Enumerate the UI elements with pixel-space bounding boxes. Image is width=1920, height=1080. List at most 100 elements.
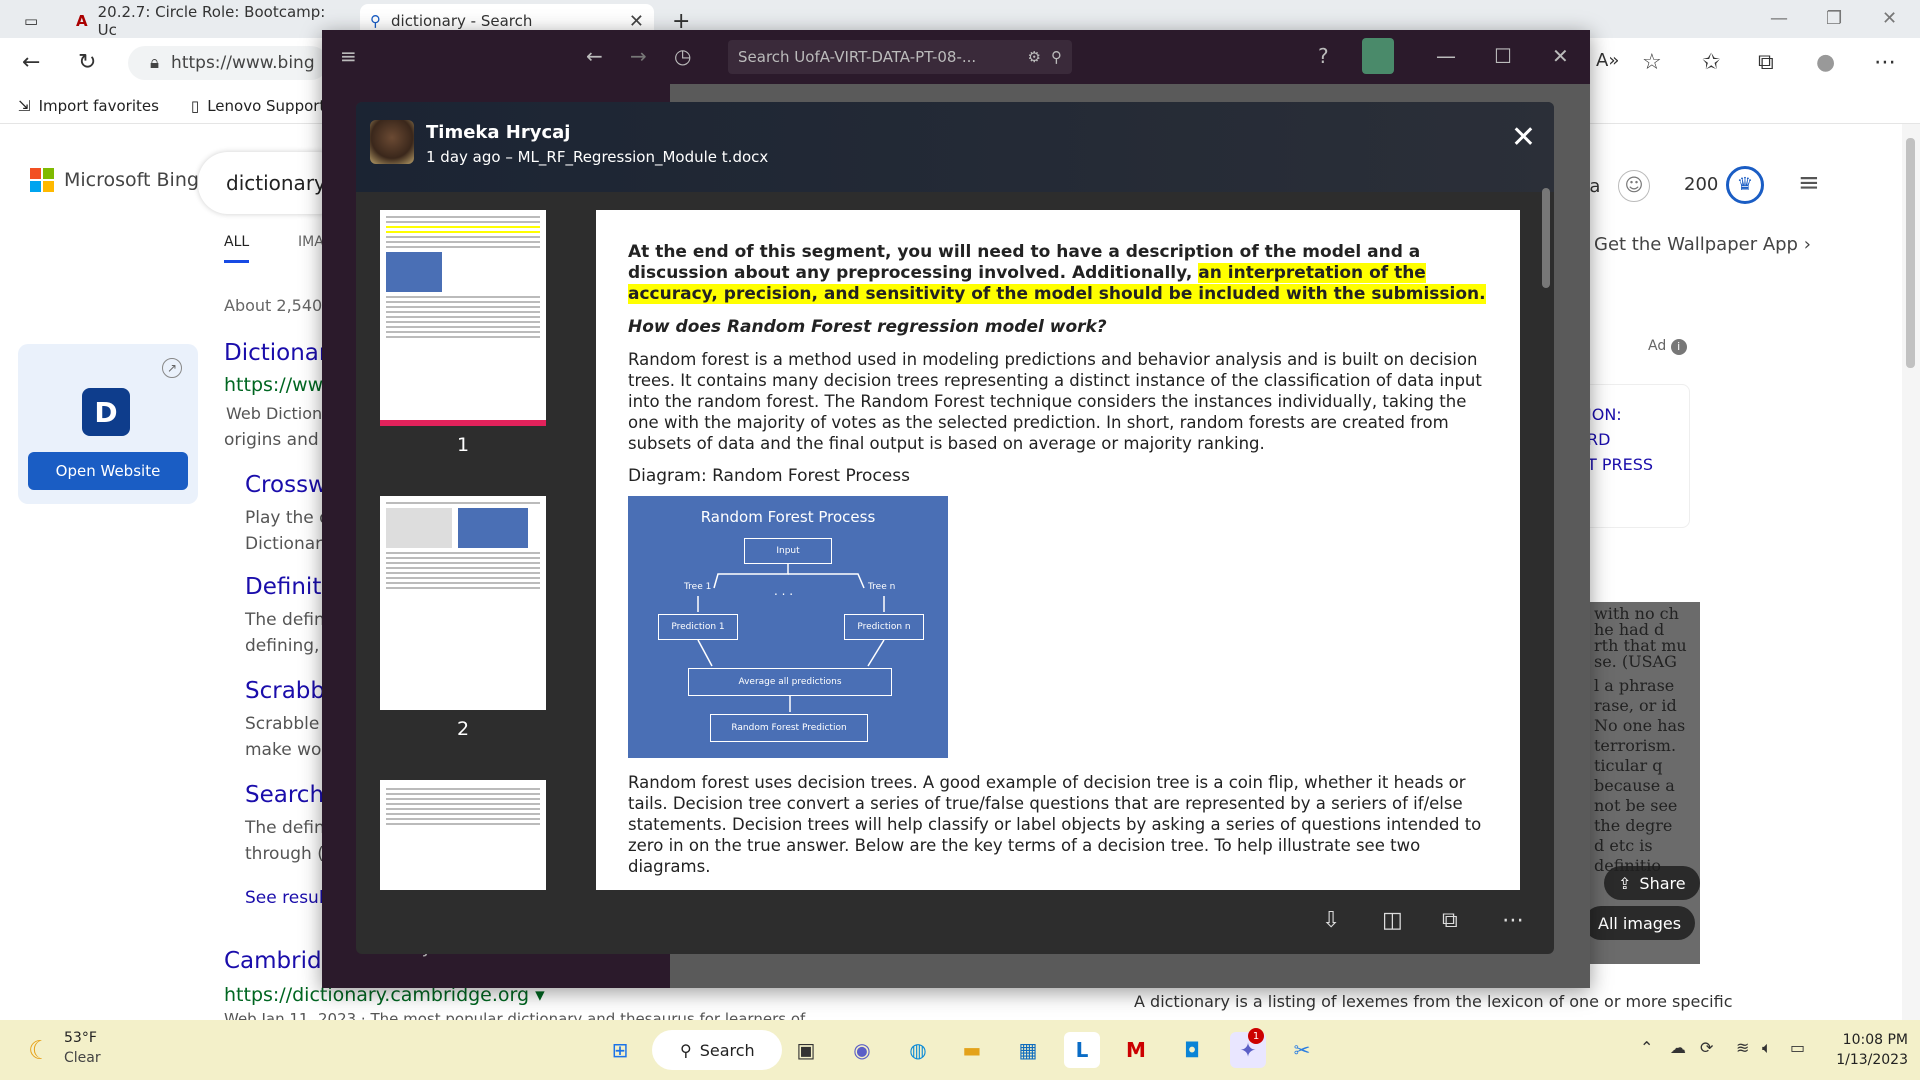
chevron-up-icon[interactable]: ⌃ xyxy=(1640,1038,1653,1057)
info-icon[interactable]: i xyxy=(1670,339,1687,355)
result-title[interactable]: Dictionar xyxy=(224,340,328,366)
sublink-snippet: The defini xyxy=(245,818,330,838)
snipping-tool-icon[interactable]: ✂ xyxy=(1284,1032,1320,1068)
forward-icon[interactable]: → xyxy=(630,44,647,68)
moon-icon[interactable]: ☾ xyxy=(28,1036,51,1066)
split-view-icon[interactable]: ◫ xyxy=(1382,908,1403,933)
add-favorite-icon[interactable]: ☆ xyxy=(1642,50,1662,75)
menu-icon[interactable]: ≡ xyxy=(340,44,357,68)
paragraph: Random forest uses decision trees. A goo… xyxy=(628,773,1482,876)
image-text: because a xyxy=(1594,776,1675,795)
download-icon[interactable]: ⇩ xyxy=(1322,908,1340,933)
user-icon[interactable]: ☺ xyxy=(1618,170,1650,202)
profile-avatar-icon[interactable] xyxy=(1362,38,1394,74)
teams-search-input[interactable]: Search UofA-VIRT-DATA-PT-08-... ⚙ ⚲ xyxy=(728,40,1072,74)
close-tab-icon[interactable]: ✕ xyxy=(629,11,644,32)
filter-icon[interactable]: ⚙ xyxy=(1028,48,1041,66)
page-scrollbar[interactable] xyxy=(1902,124,1920,1020)
sublink-title[interactable]: Crossw xyxy=(245,472,327,498)
minimize-icon[interactable]: — xyxy=(1770,8,1788,29)
temperature[interactable]: 53°F xyxy=(64,1030,97,1046)
battery-icon[interactable]: ▭ xyxy=(1790,1038,1805,1057)
favorite-label: Import favorites xyxy=(38,96,159,115)
copy-icon[interactable]: ⧉ xyxy=(1442,908,1458,933)
close-icon[interactable]: ✕ xyxy=(1552,44,1569,68)
open-website-button[interactable]: Open Website xyxy=(28,452,188,490)
hamburger-menu-icon[interactable]: ≡ xyxy=(1798,168,1820,198)
knowledge-snippet: A dictionary is a listing of lexemes fro… xyxy=(1134,992,1733,1011)
store-icon[interactable]: ▦ xyxy=(1010,1032,1046,1068)
more-icon[interactable]: ⋯ xyxy=(1874,50,1896,75)
random-forest-diagram: Random Forest Process Input Tree 1 . . .… xyxy=(628,496,948,758)
clock[interactable]: 10:08 PM 1/13/2023 xyxy=(1836,1030,1908,1070)
image-text: ticular q xyxy=(1594,756,1663,775)
teams-chat-icon[interactable]: ◉ xyxy=(844,1032,880,1068)
weather-condition[interactable]: Clear xyxy=(64,1050,101,1066)
refresh-icon[interactable]: ↻ xyxy=(78,50,96,75)
result-snippet: origins and e xyxy=(224,430,335,450)
zoom-icon[interactable]: ◘ xyxy=(1174,1032,1210,1068)
task-view-icon[interactable]: ▣ xyxy=(788,1032,824,1068)
restore-icon[interactable]: ❐ xyxy=(1826,8,1842,29)
sync-icon[interactable]: ⟳ xyxy=(1700,1038,1713,1057)
close-viewer-icon[interactable]: ✕ xyxy=(1511,120,1536,155)
see-results-link[interactable]: See result xyxy=(245,888,330,908)
sublink-title[interactable]: Search xyxy=(245,782,324,808)
search-icon[interactable]: ⚲ xyxy=(1051,48,1062,66)
maximize-icon[interactable]: ☐ xyxy=(1494,44,1512,68)
result-url[interactable]: https://ww xyxy=(224,374,323,396)
start-icon[interactable]: ⊞ xyxy=(602,1032,638,1068)
sublink-title[interactable]: Definiti xyxy=(245,574,328,600)
ad-line: T PRESS xyxy=(1587,455,1654,474)
lenovo-icon[interactable]: L xyxy=(1064,1032,1100,1068)
address-bar[interactable]: 🔒︎ https://www.bing xyxy=(128,46,328,80)
external-link-icon[interactable]: ↗ xyxy=(162,358,182,378)
all-images-button[interactable]: All images xyxy=(1584,906,1696,940)
file-explorer-icon[interactable]: ▬ xyxy=(954,1032,990,1068)
rewards-trophy-icon[interactable]: ♛ xyxy=(1726,166,1764,204)
taskbar-search[interactable]: ⚲ Search xyxy=(652,1030,782,1070)
favorites-icon[interactable]: ✩ xyxy=(1702,50,1720,75)
page-thumbnail-2[interactable] xyxy=(380,496,546,710)
history-icon[interactable]: ◷ xyxy=(674,44,691,68)
result-title[interactable]: Cambrid xyxy=(224,948,322,974)
profile-icon[interactable]: ● xyxy=(1816,50,1835,75)
image-text: not be see xyxy=(1594,796,1678,815)
sublink-title[interactable]: Scrabb xyxy=(245,678,325,704)
onedrive-icon[interactable]: ☁ xyxy=(1670,1038,1686,1057)
read-aloud-icon[interactable]: A» xyxy=(1596,50,1619,71)
viewer-scrollbar[interactable] xyxy=(1542,188,1550,288)
edge-icon[interactable]: ◍ xyxy=(900,1032,936,1068)
share-button[interactable]: ⇪ Share xyxy=(1604,866,1700,900)
tab-circle-role[interactable]: A 20.2.7: Circle Role: Bootcamp: Uc xyxy=(66,3,356,39)
lenovo-support-link[interactable]: ▯ Lenovo Support xyxy=(191,97,325,115)
wallpaper-app-link[interactable]: Get the Wallpaper App › xyxy=(1594,234,1811,255)
close-window-icon[interactable]: ✕ xyxy=(1882,8,1897,29)
more-options-icon[interactable]: ⋯ xyxy=(1502,908,1524,933)
scope-all[interactable]: ALL xyxy=(224,234,250,263)
page-thumbnail-1[interactable] xyxy=(380,210,546,426)
scrollbar-thumb[interactable] xyxy=(1906,138,1915,368)
bing-logo[interactable]: Microsoft Bing xyxy=(30,168,199,192)
url-text: https://www.bing xyxy=(171,53,315,73)
back-icon[interactable]: ← xyxy=(586,44,603,68)
all-images-label: All images xyxy=(1598,913,1682,933)
page-thumbnail-3[interactable] xyxy=(380,780,546,890)
rewards-points[interactable]: 200 xyxy=(1684,174,1718,195)
taskbar: ☾ 53°F Clear ⊞ ⚲ Search ▣ ◉ ◍ ▬ ▦ L M ◘ … xyxy=(0,1020,1920,1080)
viewer-header: Timeka Hrycaj 1 day ago – ML_RF_Regressi… xyxy=(356,102,1554,192)
teams-titlebar: ≡ ← → ◷ Search UofA-VIRT-DATA-PT-08-... … xyxy=(322,30,1590,84)
mcafee-icon[interactable]: M xyxy=(1118,1032,1154,1068)
page-thumbnails: 1 2 xyxy=(380,210,560,890)
collections-icon[interactable]: ⧉ xyxy=(1758,50,1774,75)
minimize-icon[interactable]: — xyxy=(1436,44,1456,68)
scope-images[interactable]: IMA xyxy=(298,234,324,250)
sublink-snippet: make wor xyxy=(245,740,329,760)
help-icon[interactable]: ? xyxy=(1318,44,1329,68)
wifi-icon[interactable]: ≋ xyxy=(1736,1038,1749,1057)
volume-icon[interactable]: 🔈︎ xyxy=(1762,1038,1772,1058)
tab-actions-icon[interactable]: ▭ xyxy=(14,4,54,38)
back-icon[interactable]: ← xyxy=(22,50,40,75)
intro-paragraph: At the end of this segment, you will nee… xyxy=(628,242,1488,305)
import-favorites-link[interactable]: ⇲ Import favorites xyxy=(18,97,159,115)
